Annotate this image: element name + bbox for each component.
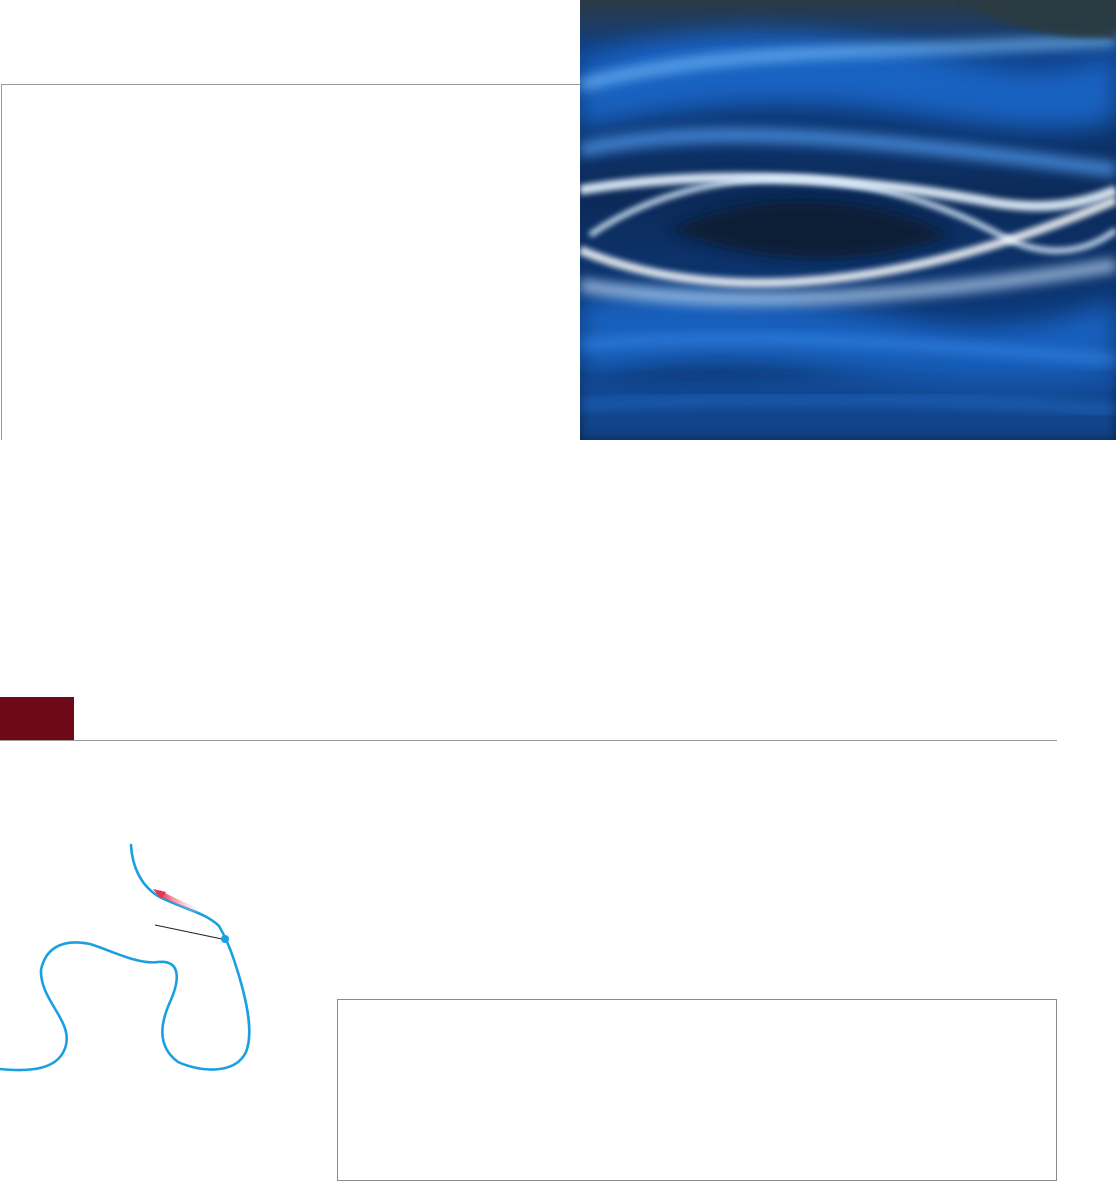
curve-figure xyxy=(0,840,280,1080)
intro-frame xyxy=(1,84,581,440)
section-number-tab xyxy=(0,697,74,741)
cover-art-image xyxy=(580,0,1116,440)
direction-arrow-shaft xyxy=(157,890,198,913)
section-rule xyxy=(0,740,1057,741)
point-marker-icon xyxy=(221,935,229,943)
light-wave-artwork xyxy=(580,0,1116,440)
boxed-note-region xyxy=(337,999,1057,1181)
curve-diagram xyxy=(0,843,251,1072)
leader-line xyxy=(154,924,223,940)
space-curve xyxy=(0,843,251,1072)
